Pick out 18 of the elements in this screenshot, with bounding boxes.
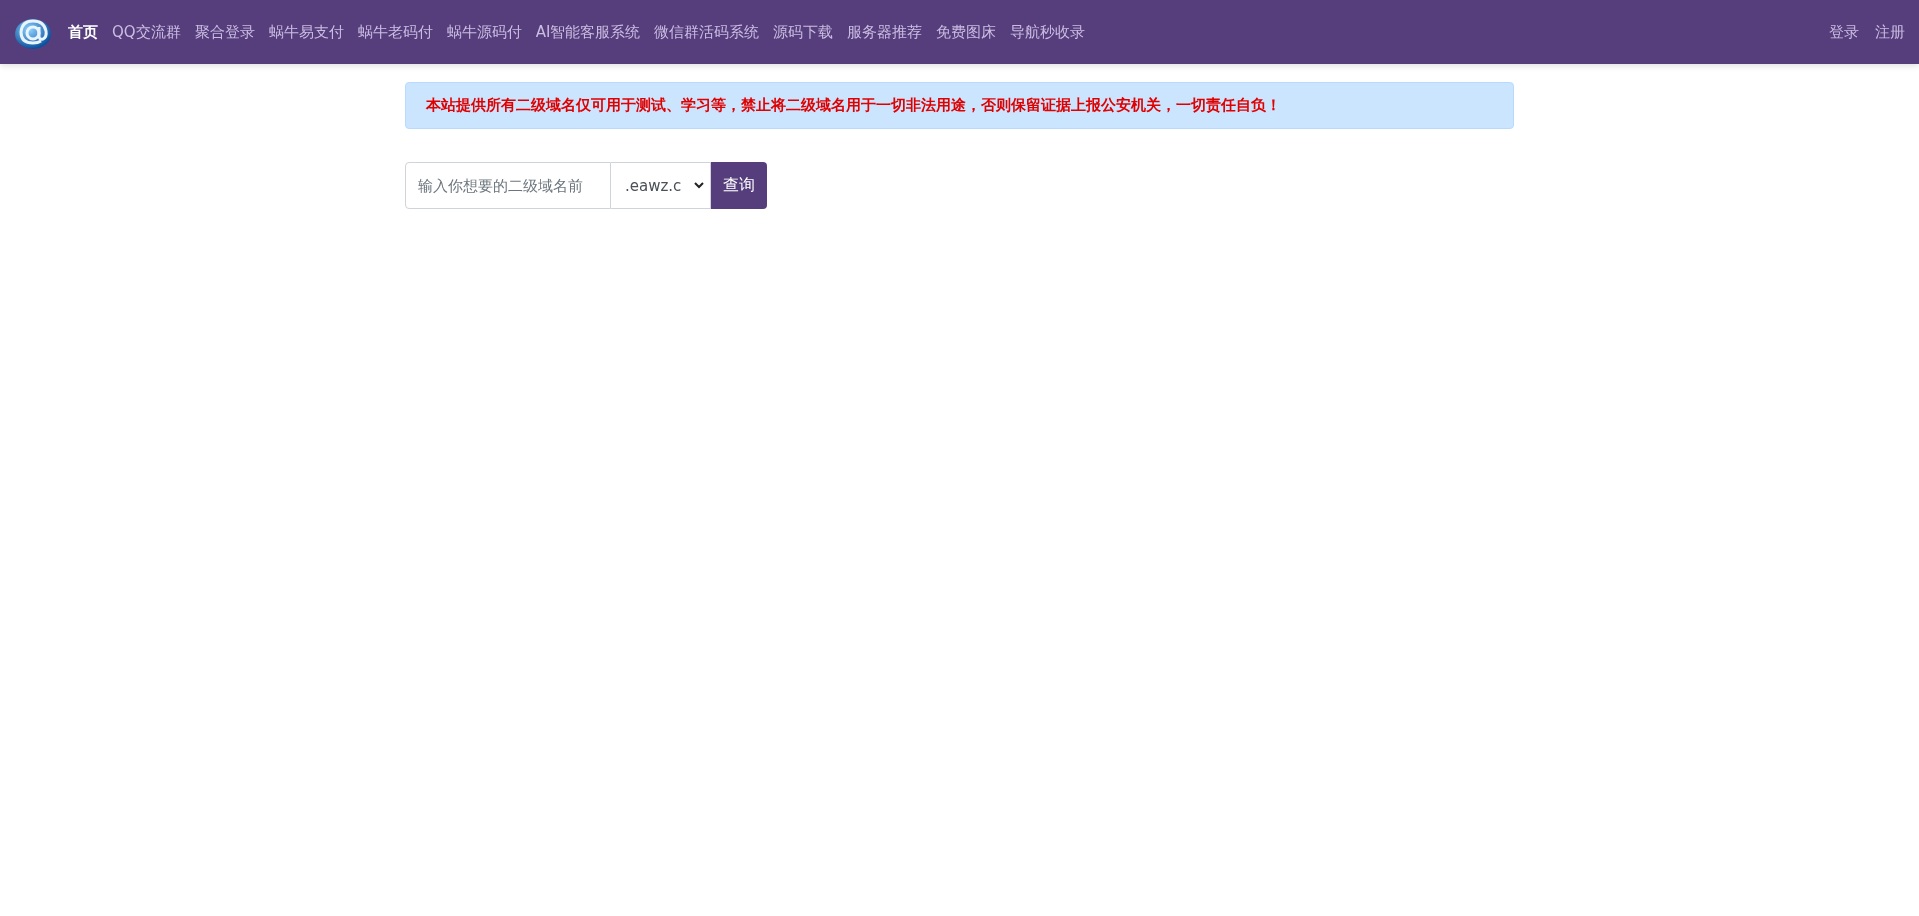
nav-link[interactable]: 免费图床 (936, 22, 997, 42)
warning-alert: 本站提供所有二级域名仅可用于测试、学习等，禁止将二级域名用于一切非法用途，否则保留证据上报公安机关，一切责任自负！ (405, 82, 1514, 129)
nav-link[interactable]: 首页 (68, 22, 98, 42)
nav-link[interactable]: 微信群活码系统 (654, 22, 760, 42)
query-button[interactable]: 查询 (711, 162, 767, 209)
nav-link[interactable]: 蜗牛易支付 (268, 22, 344, 42)
nav-link[interactable]: 导航秒收录 (1010, 22, 1086, 42)
subdomain-input-field[interactable]: 输入你想要的二级域名前 (405, 162, 611, 209)
nav-link[interactable]: AI智能客服系统 (535, 22, 641, 42)
nav-link[interactable]: 蜗牛老码付 (357, 22, 433, 42)
nav-link[interactable]: 服务器推荐 (847, 22, 923, 42)
nav-link[interactable]: 源码下载 (773, 22, 834, 42)
nav-link[interactable]: 蜗牛源码付 (446, 22, 522, 42)
nav-link[interactable]: QQ交流群 (112, 22, 181, 42)
nav-link[interactable]: 注册 (1875, 22, 1905, 42)
chevron-down-icon (694, 182, 704, 189)
nav-link[interactable]: 登录 (1829, 22, 1859, 42)
nav-link[interactable]: 聚合登录 (194, 22, 255, 42)
